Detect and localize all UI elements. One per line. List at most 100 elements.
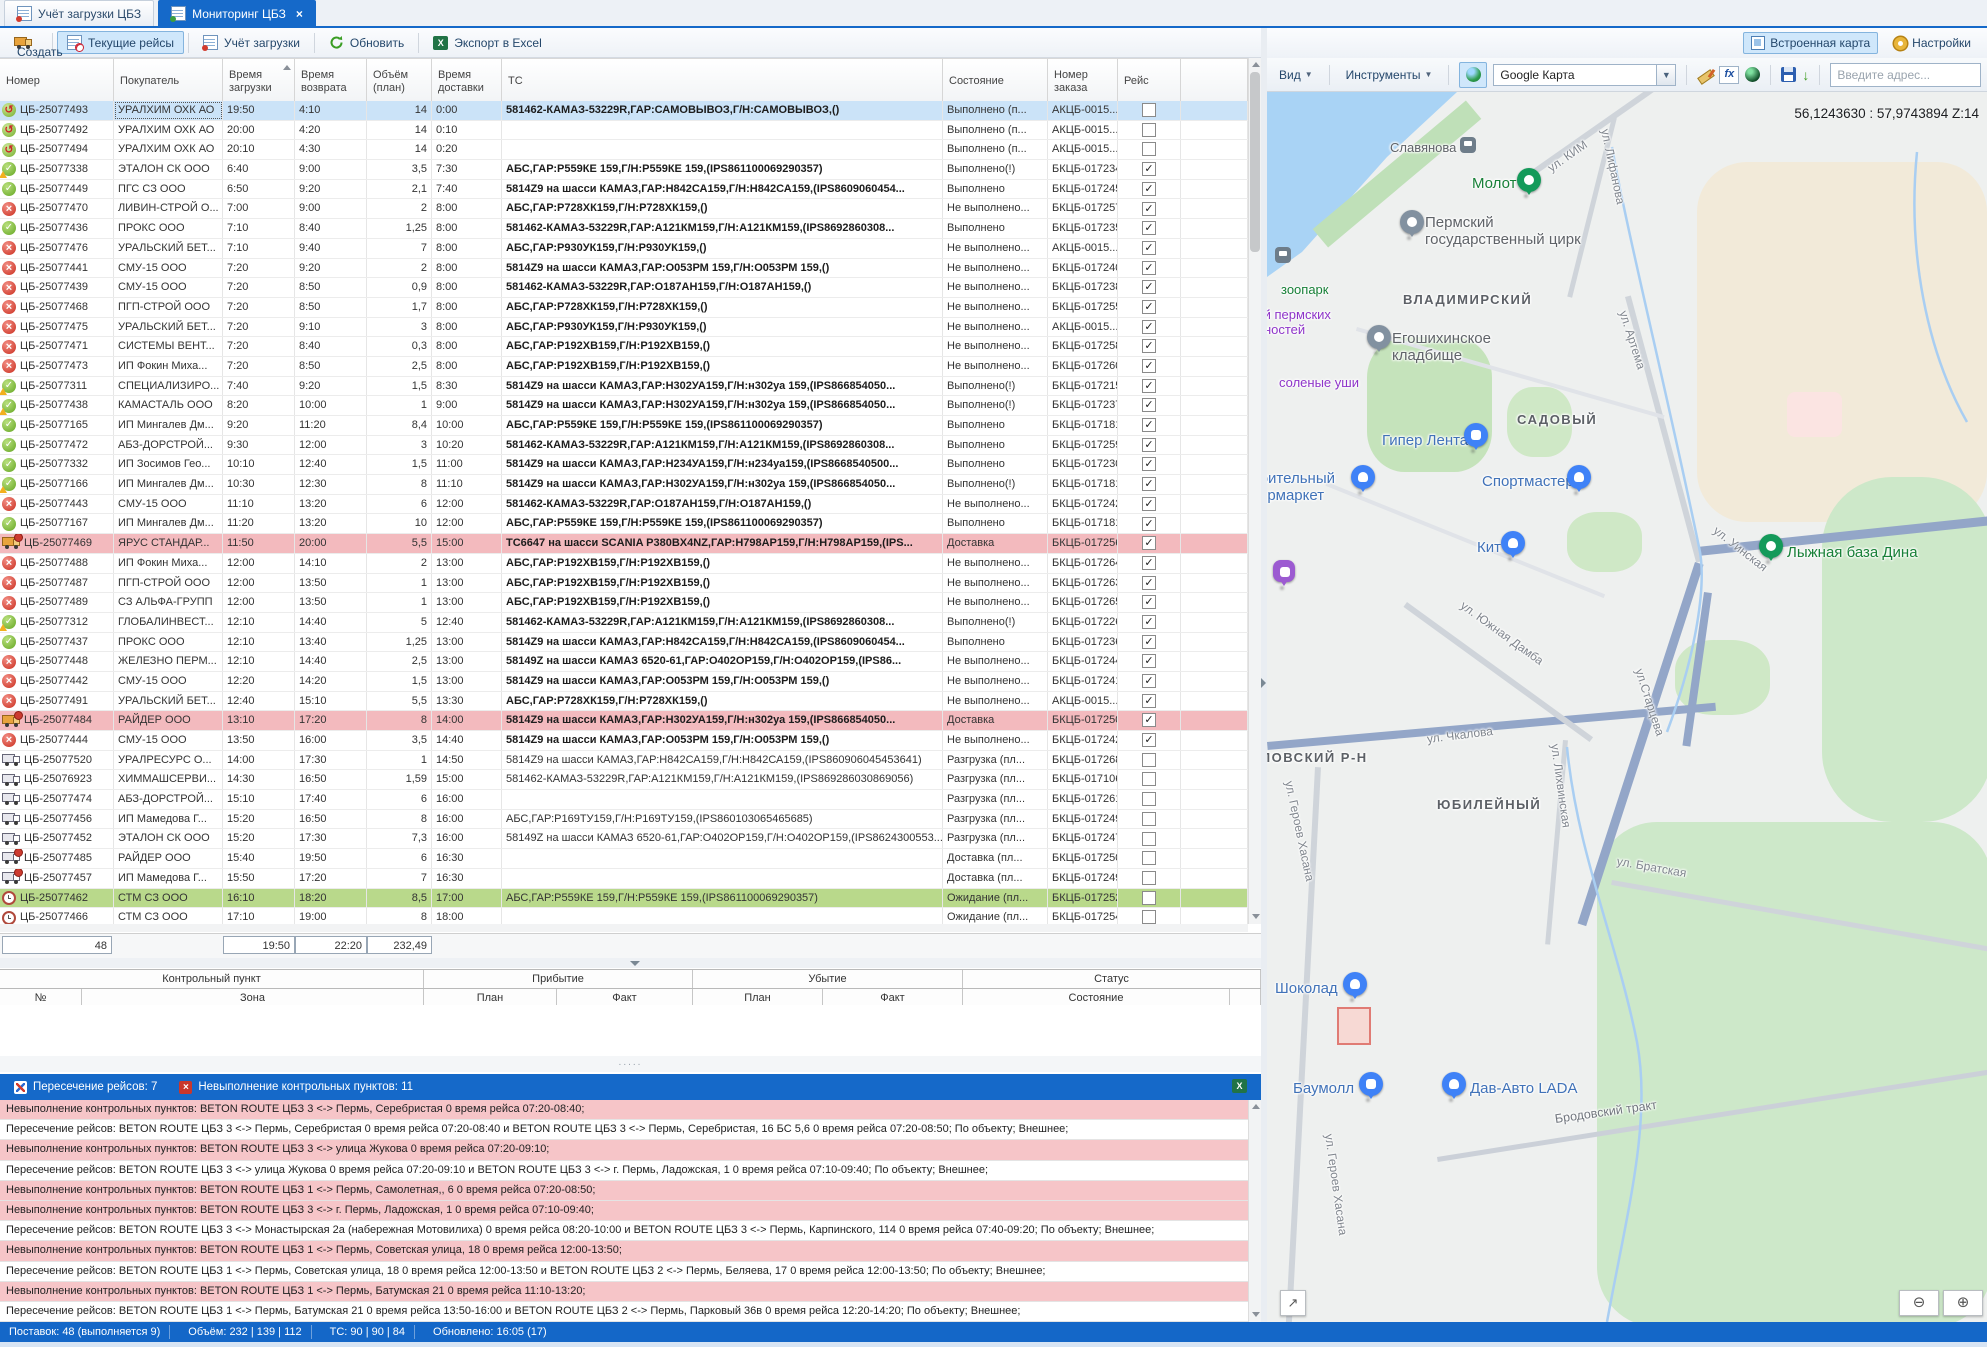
trip-checkbox[interactable] bbox=[1142, 241, 1156, 255]
table-row[interactable]: ЦБ-25077520УРАЛРЕСУРС О...14:0017:30114:… bbox=[0, 751, 1248, 771]
station-icon[interactable] bbox=[1275, 247, 1291, 263]
alert-message[interactable]: Пересечение рейсов: BETON ROUTE ЦБЗ 1 <-… bbox=[0, 1302, 1261, 1322]
table-row[interactable]: ЦБ-25077338ЭТАЛОН СК ООО6:409:003,57:30А… bbox=[0, 160, 1248, 180]
shop-pin-kit[interactable] bbox=[1501, 531, 1525, 555]
table-row[interactable]: ЦБ-25077457ИП Мамедова Г...15:5017:20716… bbox=[0, 869, 1248, 889]
trip-checkbox[interactable] bbox=[1142, 910, 1156, 924]
table-row[interactable]: ЦБ-25077492УРАЛХИМ ОХК АО20:004:20140:10… bbox=[0, 121, 1248, 141]
formula-icon[interactable]: fx bbox=[1719, 66, 1739, 84]
scroll-down-icon[interactable] bbox=[1252, 914, 1260, 919]
marker-download-icon[interactable]: ↓ bbox=[1802, 68, 1809, 82]
table-row[interactable]: ЦБ-25077444СМУ-15 ООО13:5016:003,514:405… bbox=[0, 731, 1248, 751]
trip-checkbox[interactable] bbox=[1142, 142, 1156, 156]
table-row[interactable]: ЦБ-25077312ГЛОБАЛИНВЕСТ...12:1014:40512:… bbox=[0, 613, 1248, 633]
trip-checkbox[interactable] bbox=[1142, 733, 1156, 747]
trip-checkbox[interactable] bbox=[1142, 477, 1156, 491]
panel-splitter[interactable]: ..... bbox=[0, 1056, 1261, 1072]
table-row[interactable]: ЦБ-25077468ПГП-СТРОЙ ООО7:208:501,78:00А… bbox=[0, 298, 1248, 318]
table-row[interactable]: ЦБ-25077471СИСТЕМЫ ВЕНТ...7:208:400,38:0… bbox=[0, 337, 1248, 357]
embedded-map-toggle[interactable]: Встроенная карта bbox=[1743, 32, 1878, 54]
table-row[interactable]: ЦБ-25077470ЛИВИН-СТРОЙ О...7:009:0028:00… bbox=[0, 199, 1248, 219]
column-header-8[interactable]: Состояние bbox=[943, 59, 1048, 102]
table-row[interactable]: ЦБ-25077493УРАЛХИМ ОХК АО19:504:10140:00… bbox=[0, 101, 1248, 121]
alert-message[interactable]: Пересечение рейсов: BETON ROUTE ЦБЗ 3 <-… bbox=[0, 1120, 1261, 1140]
trip-checkbox[interactable] bbox=[1142, 280, 1156, 294]
column-header-1[interactable]: Номер bbox=[0, 59, 114, 102]
address-input[interactable]: Введите адрес... bbox=[1830, 63, 1981, 87]
table-row[interactable]: ЦБ-25077494УРАЛХИМ ОХК АО20:104:30140:20… bbox=[0, 140, 1248, 160]
table-row[interactable]: ЦБ-25077474АБЗ-ДОРСТРОЙ...15:1017:40616:… bbox=[0, 790, 1248, 810]
alert-message[interactable]: Невыполнение контрольных пунктов: BETON … bbox=[0, 1282, 1261, 1302]
table-row[interactable]: ЦБ-25077449ПГС СЗ ООО6:509:202,17:405814… bbox=[0, 180, 1248, 200]
toolbar-button-3[interactable]: Учёт загрузки bbox=[193, 31, 310, 54]
trip-checkbox[interactable] bbox=[1142, 713, 1156, 727]
scroll-thumb[interactable] bbox=[1250, 72, 1260, 252]
alert-message[interactable]: Невыполнение контрольных пунктов: BETON … bbox=[0, 1241, 1261, 1261]
table-row[interactable]: ЦБ-25077166ИП Мингалев Дм...10:3012:3081… bbox=[0, 475, 1248, 495]
trip-checkbox[interactable] bbox=[1142, 162, 1156, 176]
table-row[interactable]: ЦБ-25077488ИП Фокин Миха...12:0014:10213… bbox=[0, 554, 1248, 574]
table-row[interactable]: ЦБ-25077438КАМАСТАЛЬ ООО8:2010:0019:0058… bbox=[0, 396, 1248, 416]
trip-checkbox[interactable] bbox=[1142, 359, 1156, 373]
view-menu[interactable]: Вид▼ bbox=[1273, 65, 1319, 85]
table-row[interactable]: ЦБ-25077456ИП Мамедова Г...15:2016:50816… bbox=[0, 810, 1248, 830]
table-row[interactable]: ЦБ-25077436ПРОКС ООО7:108:401,258:005814… bbox=[0, 219, 1248, 239]
table-row[interactable]: ЦБ-25077484РАЙДЕР ООО13:1017:20814:00581… bbox=[0, 711, 1248, 731]
alerts-tab-2[interactable]: Невыполнение контрольных пунктов: 11 bbox=[173, 1079, 419, 1096]
trip-checkbox[interactable] bbox=[1142, 635, 1156, 649]
shop-pin-giper-lenta[interactable] bbox=[1464, 423, 1488, 447]
trip-checkbox[interactable] bbox=[1142, 398, 1156, 412]
table-row[interactable]: ЦБ-25077442СМУ-15 ООО12:2014:201,513:005… bbox=[0, 672, 1248, 692]
trip-checkbox[interactable] bbox=[1142, 851, 1156, 865]
table-row[interactable]: ЦБ-25077473ИП Фокин Миха...7:208:502,58:… bbox=[0, 357, 1248, 377]
shop-pin-stroy-market[interactable] bbox=[1351, 465, 1375, 489]
table-row[interactable]: ЦБ-25077439СМУ-15 ООО7:208:500,98:005814… bbox=[0, 278, 1248, 298]
alerts-scrollbar[interactable] bbox=[1248, 1100, 1262, 1322]
table-row[interactable]: ЦБ-25077441СМУ-15 ООО7:209:2028:005814Z9… bbox=[0, 259, 1248, 279]
map-expand-button[interactable]: ↗ bbox=[1280, 1290, 1306, 1316]
trip-checkbox[interactable] bbox=[1142, 379, 1156, 393]
trip-checkbox[interactable] bbox=[1142, 103, 1156, 117]
shop-pin-baumall[interactable] bbox=[1359, 1072, 1383, 1096]
table-row[interactable]: ЦБ-25077469ЯРУС СТАНДАР...11:5020:005,51… bbox=[0, 534, 1248, 554]
table-row[interactable]: ЦБ-25077452ЭТАЛОН СК ООО15:2017:307,316:… bbox=[0, 829, 1248, 849]
tab-uchet-zagruzki[interactable]: Учёт загрузки ЦБЗ bbox=[4, 0, 154, 26]
tab-monitoring[interactable]: Мониторинг ЦБЗ × bbox=[158, 0, 316, 26]
horizontal-splitter[interactable] bbox=[0, 958, 1261, 968]
station-icon[interactable] bbox=[1460, 137, 1476, 153]
zoom-in-button[interactable]: ⊕ bbox=[1943, 1290, 1983, 1316]
poi-pin-ski-base[interactable] bbox=[1759, 534, 1783, 558]
column-header-7[interactable]: ТС bbox=[502, 59, 943, 102]
trip-checkbox[interactable] bbox=[1142, 438, 1156, 452]
column-header-2[interactable]: Покупатель bbox=[114, 59, 223, 102]
table-row[interactable]: ЦБ-25077472АБЗ-ДОРСТРОЙ...9:3012:00310:2… bbox=[0, 436, 1248, 456]
shop-pin-dav-avto[interactable] bbox=[1442, 1072, 1466, 1096]
map-settings-button[interactable]: Настройки bbox=[1886, 32, 1979, 54]
trip-checkbox[interactable] bbox=[1142, 517, 1156, 531]
trip-checkbox[interactable] bbox=[1142, 772, 1156, 786]
table-row[interactable]: ЦБ-25077167ИП Мингалев Дм...11:2013:2010… bbox=[0, 514, 1248, 534]
column-header-6[interactable]: Времядоставки bbox=[432, 59, 502, 102]
poi-pin-cemetery[interactable] bbox=[1367, 325, 1391, 349]
scroll-up-icon[interactable] bbox=[1252, 1104, 1260, 1109]
table-row[interactable]: ЦБ-25077443СМУ-15 ООО11:1013:20612:00581… bbox=[0, 495, 1248, 515]
measure-icon[interactable] bbox=[1697, 67, 1713, 83]
trip-checkbox[interactable] bbox=[1142, 202, 1156, 216]
table-row[interactable]: ЦБ-25077448ЖЕЛЕЗНО ПЕРМ...12:1014:402,51… bbox=[0, 652, 1248, 672]
trip-checkbox[interactable] bbox=[1142, 812, 1156, 826]
trip-checkbox[interactable] bbox=[1142, 418, 1156, 432]
trip-checkbox[interactable] bbox=[1142, 595, 1156, 609]
column-header-4[interactable]: Времявозврата bbox=[295, 59, 367, 102]
trip-checkbox[interactable] bbox=[1142, 891, 1156, 905]
trip-checkbox[interactable] bbox=[1142, 182, 1156, 196]
table-row[interactable]: ЦБ-25077311СПЕЦИАЛИЗИРО...7:409:201,58:3… bbox=[0, 377, 1248, 397]
trip-checkbox[interactable] bbox=[1142, 261, 1156, 275]
table-row[interactable]: ЦБ-25077466СТМ СЗ ООО17:1019:00818:00Ожи… bbox=[0, 908, 1248, 924]
scroll-up-icon[interactable] bbox=[1252, 62, 1260, 67]
toolbar-button-4[interactable]: Обновить bbox=[319, 31, 414, 54]
trip-checkbox[interactable] bbox=[1142, 497, 1156, 511]
tools-menu[interactable]: Инструменты▼ bbox=[1340, 65, 1439, 85]
horizontal-scrollbar[interactable] bbox=[0, 924, 1248, 932]
map-provider-button[interactable] bbox=[1459, 62, 1487, 88]
trip-checkbox[interactable] bbox=[1142, 674, 1156, 688]
